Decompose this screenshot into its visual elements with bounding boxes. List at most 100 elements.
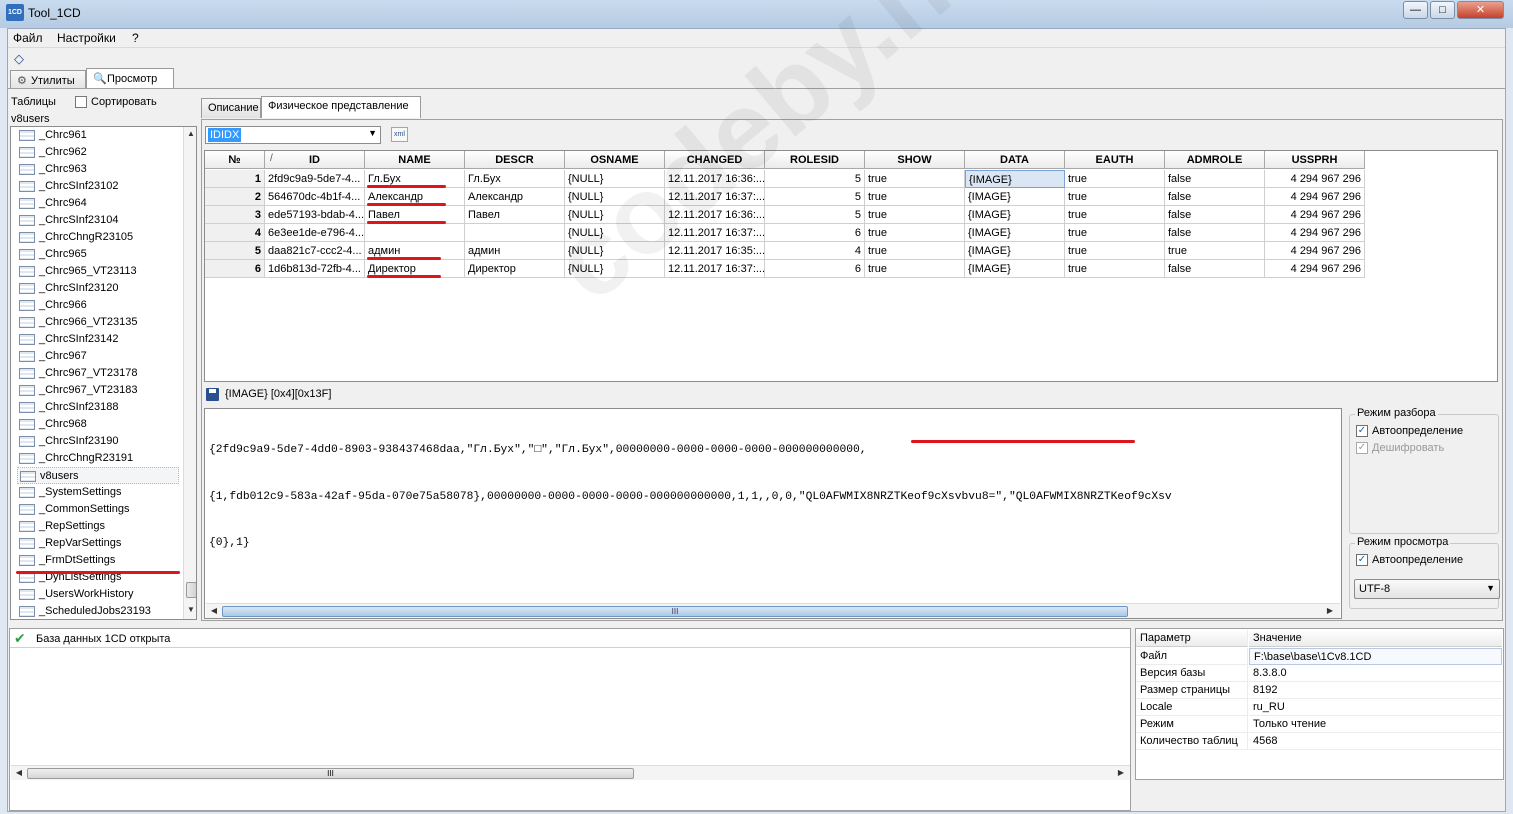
table-list-item[interactable]: _ChrcSInf23190 <box>17 433 179 450</box>
log-horizontal-scrollbar[interactable]: ◀ III ▶ <box>11 765 1130 780</box>
grid-cell[interactable]: 3 <box>205 206 265 224</box>
grid-cell[interactable]: {IMAGE} <box>965 260 1065 278</box>
tab-physical-view[interactable]: Физическое представление <box>261 96 421 118</box>
grid-cell[interactable]: 1d6b813d-72fb-4... <box>265 260 365 278</box>
scroll-up-arrow-icon[interactable]: ▲ <box>186 129 196 138</box>
grid-cell[interactable]: {IMAGE} <box>965 206 1065 224</box>
table-list-item[interactable]: _Chrc961 <box>17 127 179 144</box>
grid-cell[interactable]: true <box>865 206 965 224</box>
grid-cell[interactable]: 4 294 967 296 <box>1265 260 1365 278</box>
grid-cell[interactable]: 4 294 967 296 <box>1265 170 1365 188</box>
table-list-item[interactable]: _UsersWorkHistory <box>17 586 179 603</box>
grid-cell[interactable]: Александр <box>465 188 565 206</box>
grid-cell[interactable]: {IMAGE} <box>965 188 1065 206</box>
table-list-item[interactable]: _RepVarSettings <box>17 535 179 552</box>
blob-text-view[interactable]: {2fd9c9a9-5de7-4dd0-8903-938437468daa,"Г… <box>204 408 1342 619</box>
maximize-button[interactable]: □ <box>1430 1 1455 19</box>
tab-description[interactable]: Описание <box>201 98 261 118</box>
column-header[interactable]: SHOW <box>865 151 965 169</box>
grid-cell[interactable]: 4 294 967 296 <box>1265 242 1365 260</box>
table-list-item[interactable]: _Chrc967 <box>17 348 179 365</box>
grid-cell[interactable]: 4 294 967 296 <box>1265 188 1365 206</box>
table-list-item[interactable]: _ChrcSInf23142 <box>17 331 179 348</box>
grid-cell[interactable]: 4 294 967 296 <box>1265 206 1365 224</box>
grid-cell[interactable]: false <box>1165 224 1265 242</box>
grid-cell[interactable]: {IMAGE} <box>965 224 1065 242</box>
column-header[interactable]: ADMROLE <box>1165 151 1265 169</box>
sort-checkbox[interactable] <box>75 96 87 108</box>
scroll-thumb[interactable]: III <box>222 606 1128 617</box>
menu-settings[interactable]: Настройки <box>57 31 116 45</box>
scroll-thumb[interactable] <box>186 582 196 598</box>
table-list-item[interactable]: _Chrc966 <box>17 297 179 314</box>
table-list-item[interactable]: _FrmDtSettings <box>17 552 179 569</box>
table-list-item[interactable]: v8users <box>17 467 179 484</box>
menu-help[interactable]: ? <box>132 31 139 45</box>
grid-cell[interactable]: 6 <box>205 260 265 278</box>
tab-view[interactable]: 🔍Просмотр <box>86 68 174 90</box>
grid-cell[interactable]: false <box>1165 206 1265 224</box>
grid-cell[interactable] <box>365 224 465 242</box>
grid-cell[interactable]: daa821c7-ccc2-4... <box>265 242 365 260</box>
grid-cell[interactable]: true <box>865 188 965 206</box>
table-list-item[interactable]: _CommonSettings <box>17 501 179 518</box>
grid-cell[interactable]: {IMAGE} <box>965 242 1065 260</box>
scroll-left-arrow-icon[interactable]: ◀ <box>14 768 24 777</box>
minimize-button[interactable]: — <box>1403 1 1428 19</box>
grid-cell[interactable]: true <box>865 224 965 242</box>
column-header[interactable]: EAUTH <box>1065 151 1165 169</box>
table-list-item[interactable]: _ChrcChngR23105 <box>17 229 179 246</box>
grid-cell[interactable]: false <box>1165 170 1265 188</box>
column-header[interactable]: DATA <box>965 151 1065 169</box>
grid-cell[interactable]: Директор <box>465 260 565 278</box>
grid-cell[interactable]: 5 <box>765 188 865 206</box>
table-list-item[interactable]: _Chrc967_VT23178 <box>17 365 179 382</box>
scroll-right-arrow-icon[interactable]: ▶ <box>1325 606 1335 615</box>
decrypt-checkbox[interactable]: ✓ <box>1356 442 1368 454</box>
encoding-select[interactable]: UTF-8 ▼ <box>1354 579 1500 599</box>
grid-cell[interactable]: 4 <box>765 242 865 260</box>
close-button[interactable]: ✕ <box>1457 1 1504 19</box>
table-list-item[interactable]: _Chrc965_VT23113 <box>17 263 179 280</box>
grid-cell[interactable]: 6 <box>765 224 865 242</box>
grid-cell[interactable]: 6 <box>765 260 865 278</box>
grid-cell[interactable]: true <box>1065 188 1165 206</box>
tab-utilities[interactable]: ⚙ Утилиты <box>10 70 86 90</box>
grid-cell[interactable]: ede57193-bdab-4... <box>265 206 365 224</box>
index-select[interactable]: IDIDX ▼ <box>205 126 381 144</box>
grid-cell[interactable]: true <box>1065 170 1165 188</box>
grid-cell[interactable]: 2 <box>205 188 265 206</box>
grid-cell[interactable]: 4 294 967 296 <box>1265 224 1365 242</box>
menu-file[interactable]: Файл <box>13 31 43 45</box>
grid-cell[interactable]: 6e3ee1de-e796-4... <box>265 224 365 242</box>
grid-cell[interactable]: {IMAGE} <box>965 170 1065 188</box>
table-list-item[interactable]: _ChrcSInf23104 <box>17 212 179 229</box>
table-list-item[interactable]: _Chrc965 <box>17 246 179 263</box>
table-list-item[interactable]: _RepSettings <box>17 518 179 535</box>
grid-cell[interactable]: true <box>865 260 965 278</box>
scroll-thumb[interactable]: III <box>27 768 634 779</box>
table-list-item[interactable]: _Chrc962 <box>17 144 179 161</box>
table-list-item[interactable]: _Chrc966_VT23135 <box>17 314 179 331</box>
table-list-item[interactable]: _Chrc964 <box>17 195 179 212</box>
table-list-item[interactable]: _ChrcSInf23102 <box>17 178 179 195</box>
grid-cell[interactable]: 2fd9c9a9-5de7-4... <box>265 170 365 188</box>
scroll-down-arrow-icon[interactable]: ▼ <box>186 605 196 614</box>
grid-cell[interactable]: true <box>1065 224 1165 242</box>
table-list-item[interactable]: _Chrc963 <box>17 161 179 178</box>
column-header[interactable]: NAME <box>365 151 465 169</box>
grid-cell[interactable]: false <box>1165 260 1265 278</box>
grid-cell[interactable]: 1 <box>205 170 265 188</box>
diamond-tool-icon[interactable]: ◇ <box>11 51 27 67</box>
grid-cell[interactable]: Гл.Бух <box>465 170 565 188</box>
column-header[interactable]: DESCR <box>465 151 565 169</box>
grid-cell[interactable]: 5 <box>765 206 865 224</box>
parse-auto-checkbox[interactable]: ✓ <box>1356 425 1368 437</box>
table-list-item[interactable]: _Chrc968 <box>17 416 179 433</box>
column-header[interactable]: № <box>205 151 265 169</box>
scroll-left-arrow-icon[interactable]: ◀ <box>209 606 219 615</box>
blob-horizontal-scrollbar[interactable]: ◀ III ▶ <box>206 603 1340 618</box>
grid-cell[interactable]: false <box>1165 188 1265 206</box>
table-list-scrollbar[interactable]: ▲ ▼ <box>183 127 196 619</box>
grid-cell[interactable]: true <box>865 242 965 260</box>
